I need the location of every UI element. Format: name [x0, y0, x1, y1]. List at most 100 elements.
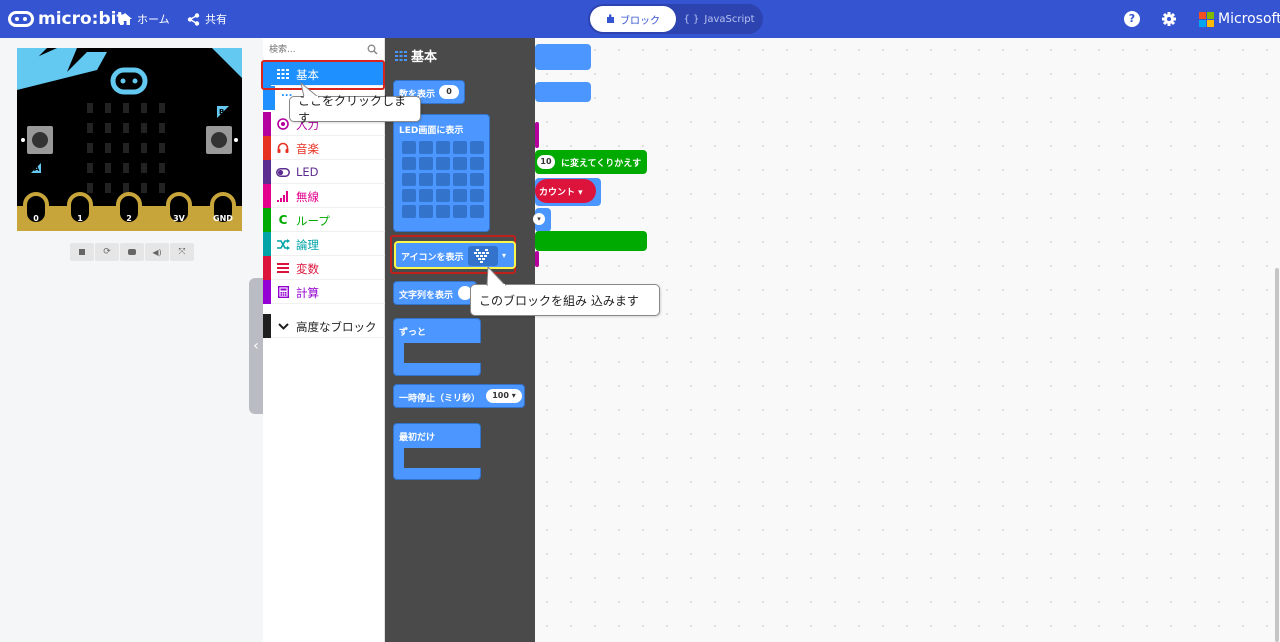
debug-button[interactable]: [120, 243, 144, 261]
fullscreen-icon: ⤧: [178, 247, 186, 257]
simulator-controls: ⟳ ◀) ⤧: [70, 243, 194, 261]
microsoft-grid-icon: [1199, 11, 1214, 27]
workspace-block[interactable]: [535, 231, 647, 251]
workspace-block[interactable]: ▾: [533, 208, 551, 232]
heart-icon[interactable]: [468, 246, 498, 266]
category-color-bar: [263, 314, 271, 338]
share-button[interactable]: 共有: [187, 10, 227, 28]
workspace-scrollbar[interactable]: [1275, 268, 1279, 642]
share-label: 共有: [205, 13, 227, 26]
javascript-mode-button[interactable]: { } JavaScript: [676, 6, 762, 32]
fullscreen-button[interactable]: ⤧: [170, 243, 194, 261]
category-music[interactable]: 音楽: [263, 136, 385, 160]
stop-button[interactable]: [70, 243, 94, 261]
block-slot: [404, 343, 484, 363]
mute-button[interactable]: ◀): [145, 243, 169, 261]
svg-text:A: A: [34, 165, 40, 173]
block-slot: [404, 448, 484, 468]
gear-icon[interactable]: [1161, 11, 1177, 27]
toolbox: 基本 ... 入力 音楽 LED 無線 C ループ 論理 変数: [263, 38, 385, 642]
collapse-simulator-button[interactable]: ‹: [249, 278, 263, 414]
repeat-block[interactable]: 10 に変えてくりかえす: [535, 150, 647, 174]
category-label: 論理: [296, 238, 319, 252]
count-label: カウント ▾: [539, 188, 583, 198]
chevron-left-icon: ‹: [253, 338, 259, 354]
svg-text:2: 2: [126, 214, 132, 223]
home-label: ホーム: [137, 13, 170, 26]
pause-block[interactable]: 一時停止（ミリ秒） 100 ▾: [393, 384, 525, 408]
category-color-bar: [263, 112, 271, 136]
restart-button[interactable]: ⟳: [95, 243, 119, 261]
target-icon: [276, 117, 290, 131]
search-input[interactable]: [269, 42, 365, 58]
logo-text: micro:bit: [38, 9, 125, 29]
category-advanced[interactable]: 高度なブロック: [263, 314, 385, 338]
callout-pointer: [300, 82, 320, 98]
blocks-mode-label: ブロック: [620, 15, 660, 27]
forever-block[interactable]: ずっと: [393, 318, 484, 376]
dropdown-arrow-icon[interactable]: ▾: [533, 213, 545, 225]
category-label: 計算: [296, 286, 319, 300]
svg-text:B: B: [219, 108, 224, 116]
category-color-bar: [263, 280, 271, 304]
category-math[interactable]: 計算: [263, 280, 385, 304]
category-led[interactable]: LED: [263, 160, 385, 184]
restart-icon: ⟳: [103, 247, 111, 257]
svg-text:GND: GND: [213, 214, 233, 223]
microbit-logo[interactable]: micro:bit: [8, 8, 125, 30]
top-bar: micro:bit ホーム 共有 ブロック { } JavaScript ? M…: [0, 0, 1280, 38]
svg-text:3V: 3V: [173, 214, 186, 223]
workspace-block[interactable]: [535, 44, 591, 70]
workspace-block[interactable]: [535, 251, 539, 267]
blocks-mode-button[interactable]: ブロック: [590, 6, 676, 32]
svg-text:0: 0: [33, 214, 39, 223]
category-variables[interactable]: 変数: [263, 256, 385, 280]
count-variable[interactable]: カウント ▾: [535, 179, 596, 203]
led-grid[interactable]: [402, 141, 484, 218]
dropdown-arrow-icon[interactable]: ▾: [502, 251, 506, 260]
pause-value[interactable]: 100 ▾: [486, 389, 522, 403]
category-logic[interactable]: 論理: [263, 232, 385, 256]
block-flyout: 基本 数を表示 0 LED画面に表示 アイコンを表示 ▾ 文字列を表示 ずっと …: [385, 38, 535, 642]
search-icon[interactable]: [367, 44, 378, 55]
javascript-mode-label: JavaScript: [704, 13, 755, 25]
category-radio[interactable]: 無線: [263, 184, 385, 208]
toggle-icon: [276, 165, 290, 179]
block-label: ずっと: [399, 328, 427, 338]
click-here-callout: ここをクリックします: [289, 94, 421, 125]
repeat-value[interactable]: 10: [537, 155, 555, 169]
mute-icon: ◀): [152, 247, 162, 257]
category-label: 高度なブロック: [296, 320, 377, 334]
flyout-title: 基本: [411, 50, 438, 65]
calculator-icon: [276, 285, 290, 299]
code-workspace[interactable]: 10 に変えてくりかえす カウント ▾ ▾: [533, 38, 1280, 642]
microbit-logo-icon: [8, 11, 34, 27]
home-icon: [118, 13, 132, 25]
braces-icon: { }: [683, 13, 700, 25]
signal-icon: [276, 189, 290, 203]
insert-block-callout: このブロックを組み 込みます: [470, 284, 660, 316]
block-label: 一時停止（ミリ秒）: [399, 394, 481, 404]
on-start-block[interactable]: 最初だけ: [393, 423, 484, 480]
number-value[interactable]: 0: [439, 85, 459, 99]
microbit-board[interactable]: A B 0 1 2 3V GND: [17, 48, 242, 231]
block-label: 最初だけ: [399, 433, 436, 443]
callout-pointer: [486, 266, 507, 286]
workspace-block[interactable]: [535, 122, 539, 148]
microsoft-logo[interactable]: Microsoft: [1199, 11, 1280, 27]
show-leds-block[interactable]: LED画面に表示: [393, 114, 490, 232]
headphones-icon: [276, 141, 290, 155]
home-button[interactable]: ホーム: [118, 10, 170, 28]
workspace-block[interactable]: [535, 82, 591, 102]
share-icon: [187, 12, 200, 26]
category-loops[interactable]: C ループ: [263, 208, 385, 232]
svg-text:1: 1: [77, 214, 83, 223]
toolbox-search: [263, 38, 385, 62]
show-icon-block[interactable]: アイコンを表示 ▾: [394, 241, 516, 269]
help-icon[interactable]: ?: [1124, 11, 1140, 27]
category-color-bar: [263, 160, 271, 184]
editor-mode-switch: ブロック { } JavaScript: [588, 4, 763, 34]
block-label: アイコンを表示: [401, 253, 464, 263]
chevron-down-icon: [276, 319, 290, 333]
show-string-block[interactable]: 文字列を表示: [393, 281, 477, 305]
